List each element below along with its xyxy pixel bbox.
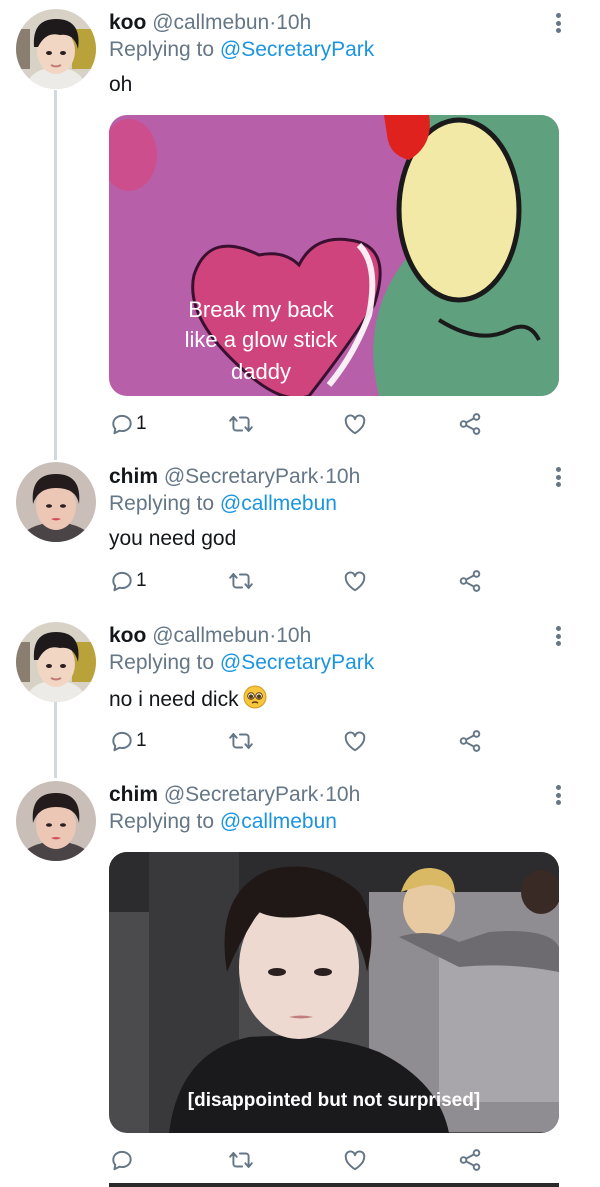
more-icon[interactable]: [551, 623, 565, 649]
tweet-actions: 1: [109, 409, 509, 439]
like-button[interactable]: [342, 566, 368, 596]
share-button[interactable]: [457, 1145, 483, 1175]
user-handle[interactable]: @SecretaryPark: [164, 465, 318, 488]
tweet-time[interactable]: 10h: [276, 624, 311, 647]
image-caption-line: Break my back: [188, 297, 334, 322]
reply-button[interactable]: 1: [109, 409, 147, 439]
avatar[interactable]: [16, 781, 96, 861]
share-icon: [459, 1149, 481, 1171]
replying-to-link[interactable]: @callmebun: [220, 492, 337, 515]
share-icon: [459, 570, 481, 592]
tweet-content: chim @SecretaryPark·10h Replying to @cal…: [109, 782, 559, 835]
share-button[interactable]: [457, 566, 483, 596]
tweet-header: koo @callmebun·10h: [109, 623, 559, 649]
tweet-text: no i need dick: [109, 685, 559, 716]
tweet-actions: 1: [109, 566, 509, 596]
retweet-button[interactable]: [227, 1145, 255, 1175]
reply-button[interactable]: 1: [109, 566, 147, 596]
pleading-face-emoji: [243, 685, 267, 716]
avatar[interactable]: [16, 462, 96, 542]
retweet-icon: [229, 572, 253, 590]
user-handle[interactable]: @SecretaryPark: [164, 783, 318, 806]
tweet-time[interactable]: 10h: [325, 783, 360, 806]
heart-icon: [344, 571, 366, 592]
retweet-button[interactable]: [227, 566, 255, 596]
tweet-actions: [109, 1145, 509, 1175]
like-button[interactable]: [342, 409, 368, 439]
tweet-text: you need god: [109, 527, 237, 550]
image-caption-line: like a glow stick: [185, 327, 339, 352]
avatar[interactable]: [16, 9, 96, 89]
replying-to-link[interactable]: @SecretaryPark: [220, 38, 374, 61]
retweet-button[interactable]: [227, 409, 255, 439]
user-handle[interactable]: @callmebun: [152, 11, 269, 34]
tweet-time[interactable]: 10h: [325, 465, 360, 488]
replying-prefix: Replying to: [109, 38, 220, 61]
more-icon[interactable]: [551, 464, 565, 490]
tweet-content: chim @SecretaryPark·10h Replying to @cal…: [109, 464, 559, 552]
retweet-icon: [229, 415, 253, 433]
share-button[interactable]: [457, 409, 483, 439]
retweet-icon: [229, 732, 253, 750]
display-name[interactable]: koo: [109, 624, 146, 647]
tweet-content: koo @callmebun·10h Replying to @Secretar…: [109, 10, 559, 98]
replying-to-link[interactable]: @SecretaryPark: [220, 651, 374, 674]
heart-icon: [344, 414, 366, 435]
reply-icon: [112, 571, 132, 592]
like-button[interactable]: [342, 726, 368, 756]
display-name[interactable]: chim: [109, 465, 158, 488]
reply-count: 1: [136, 570, 147, 591]
replying-to-link[interactable]: @callmebun: [220, 810, 337, 833]
thread-line: [54, 90, 57, 460]
reply-count: 1: [136, 730, 147, 751]
thread-line: [54, 702, 57, 778]
tweet-image[interactable]: Break my back like a glow stick daddy: [109, 115, 559, 396]
tweet-text: oh: [109, 73, 133, 96]
more-icon[interactable]: [551, 782, 565, 808]
reply-count: 1: [136, 413, 147, 434]
retweet-button[interactable]: [227, 726, 255, 756]
user-handle[interactable]: @callmebun: [152, 624, 269, 647]
tweet-header: chim @SecretaryPark·10h: [109, 782, 559, 808]
share-icon: [459, 413, 481, 435]
next-item-edge: [109, 1183, 559, 1187]
image-caption: [disappointed but not surprised]: [188, 1090, 480, 1111]
tweet-content: koo @callmebun·10h Replying to @Secretar…: [109, 623, 559, 716]
tweet-time[interactable]: 10h: [276, 11, 311, 34]
replying-prefix: Replying to: [109, 651, 220, 674]
share-button[interactable]: [457, 726, 483, 756]
reply-button[interactable]: 1: [109, 726, 147, 756]
display-name[interactable]: chim: [109, 783, 158, 806]
heart-icon: [344, 731, 366, 752]
replying-to: Replying to @callmebun: [109, 809, 559, 835]
reply-button[interactable]: [109, 1145, 136, 1175]
more-icon[interactable]: [551, 10, 565, 36]
image-caption-line: daddy: [231, 359, 291, 384]
tweet-header: koo @callmebun·10h: [109, 10, 559, 36]
reply-icon: [112, 731, 132, 752]
like-button[interactable]: [342, 1145, 368, 1175]
tweet-actions: 1: [109, 726, 509, 756]
tweet-text-body: no i need dick: [109, 688, 239, 711]
replying-prefix: Replying to: [109, 810, 220, 833]
heart-icon: [344, 1150, 366, 1171]
reply-icon: [112, 414, 132, 435]
tweet-header: chim @SecretaryPark·10h: [109, 464, 559, 490]
reply-icon: [112, 1150, 132, 1171]
retweet-icon: [229, 1151, 253, 1169]
share-icon: [459, 730, 481, 752]
replying-prefix: Replying to: [109, 492, 220, 515]
avatar[interactable]: [16, 622, 96, 702]
display-name[interactable]: koo: [109, 11, 146, 34]
tweet-image[interactable]: [disappointed but not surprised]: [109, 852, 559, 1133]
replying-to: Replying to @SecretaryPark: [109, 650, 559, 676]
replying-to: Replying to @callmebun: [109, 491, 559, 517]
replying-to: Replying to @SecretaryPark: [109, 37, 559, 63]
